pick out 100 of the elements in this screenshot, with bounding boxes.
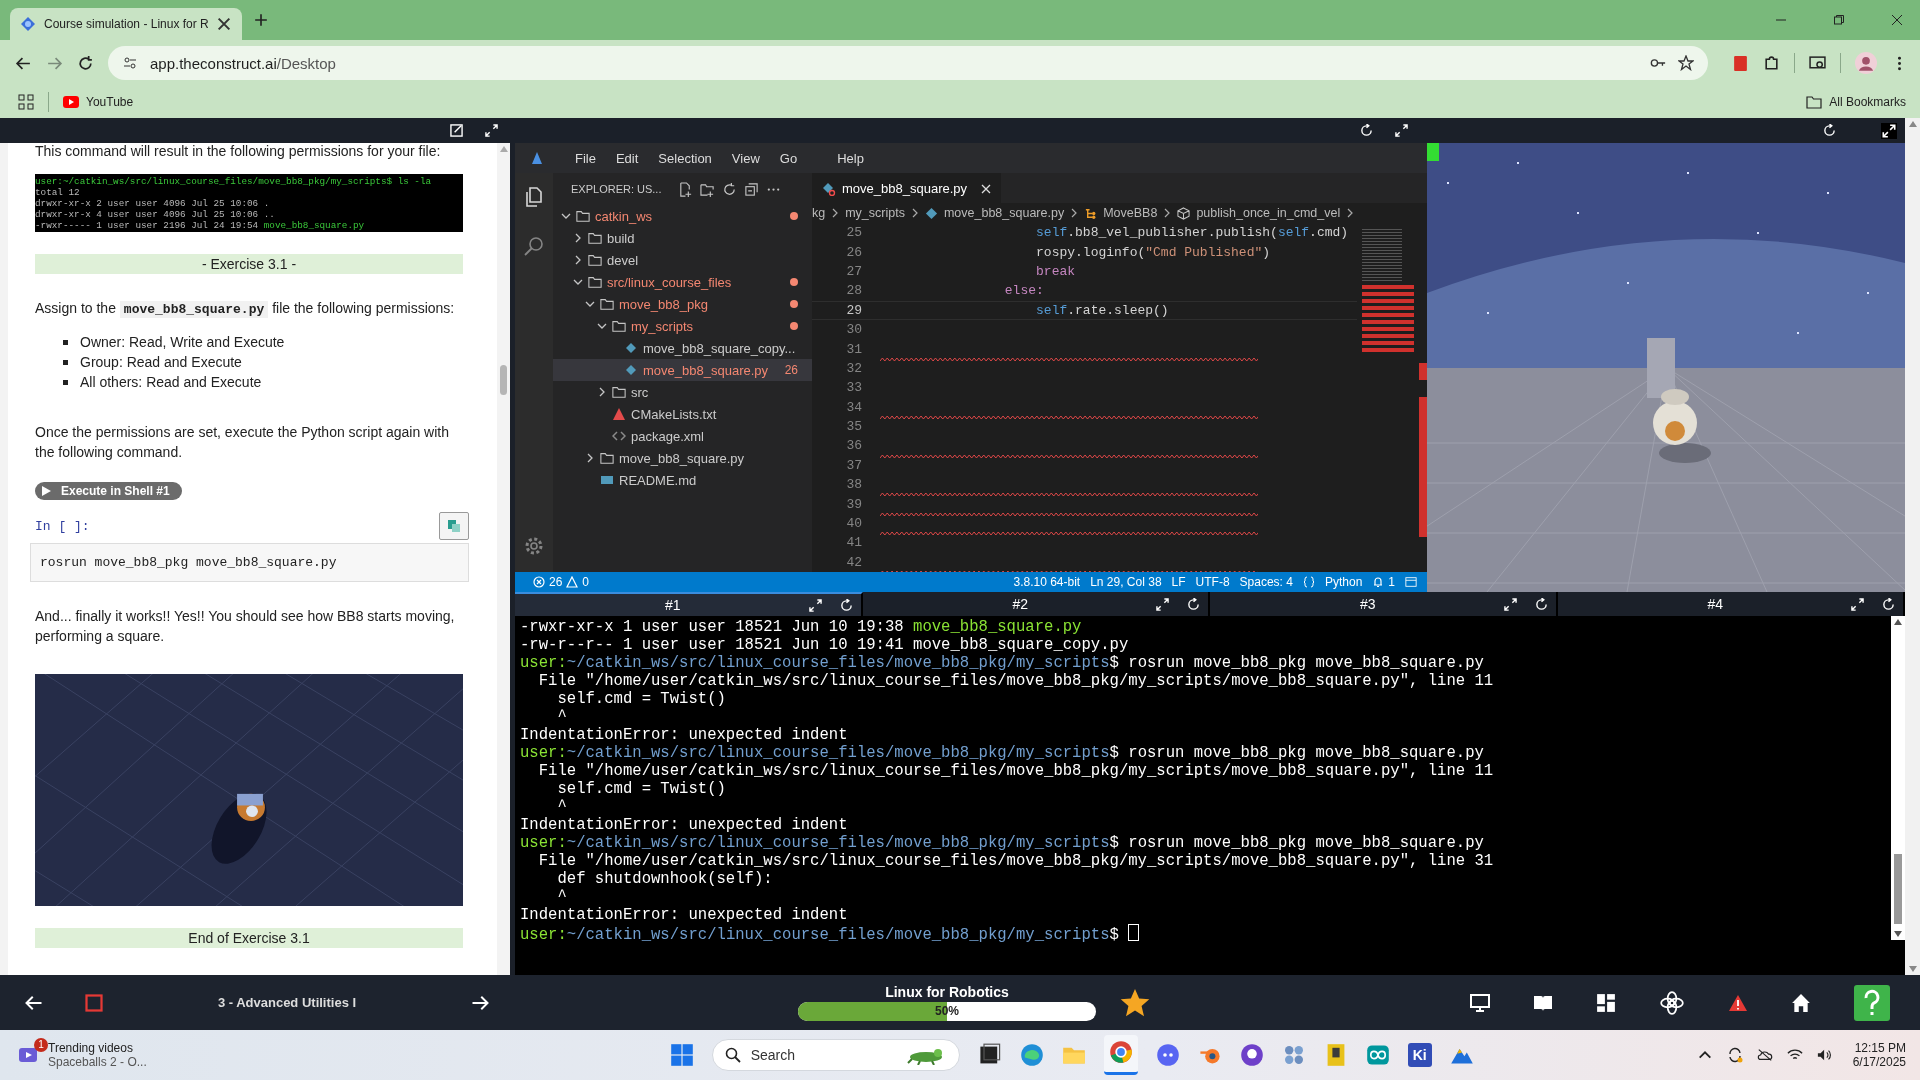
reload-icon[interactable] <box>1534 597 1548 611</box>
status-item[interactable]: UTF-8 <box>1195 575 1230 589</box>
breadcrumb[interactable]: move_bb8_square.py <box>943 206 1065 220</box>
reload-icon[interactable] <box>1187 597 1200 611</box>
status-item[interactable]: Ln 29, Col 38 <box>1090 575 1162 589</box>
expand-icon[interactable] <box>1851 597 1864 611</box>
expand-icon[interactable] <box>808 598 822 612</box>
clock-time[interactable]: 12:15 PM <box>1854 1041 1906 1055</box>
knot-icon[interactable] <box>1659 989 1685 1016</box>
reload-icon[interactable] <box>839 598 853 612</box>
refresh-icon[interactable] <box>722 181 738 197</box>
menu-item[interactable]: Go <box>769 150 808 166</box>
scroll-thumb[interactable] <box>500 365 507 395</box>
explorer-item[interactable]: CMakeLists.txt <box>553 403 812 425</box>
expand-icon[interactable] <box>1503 597 1517 611</box>
profile-avatar-icon[interactable] <box>1855 52 1877 74</box>
menu-item[interactable]: Selection <box>648 150 722 166</box>
new-folder-icon[interactable] <box>700 181 716 197</box>
address-bar[interactable]: app.theconstruct.ai/Desktop <box>108 46 1708 80</box>
copy-button[interactable] <box>439 512 469 540</box>
status-item[interactable]: Spaces: 4 <box>1239 575 1293 589</box>
status-item[interactable]: LF <box>1171 575 1186 589</box>
scroll-down-icon[interactable] <box>1908 966 1917 972</box>
code-cell[interactable]: rosrun move_bb8_pkg move_bb8_square.py <box>30 543 469 582</box>
stop-icon[interactable] <box>84 992 104 1013</box>
expand-icon[interactable] <box>1156 597 1169 611</box>
star-icon[interactable] <box>1678 55 1694 71</box>
breadcrumb[interactable]: MoveBB8 <box>1103 206 1158 220</box>
news-widget[interactable]: 1 Trending videos Spaceballs 2 - O... <box>18 1041 147 1069</box>
explorer-item[interactable]: catkin_ws <box>553 205 812 227</box>
menu-item[interactable]: Help <box>827 150 874 166</box>
puzzle-icon[interactable] <box>1763 54 1780 72</box>
explorer-item[interactable]: move_bb8_pkg <box>553 293 812 315</box>
explorer-item[interactable]: move_bb8_square.py <box>553 447 812 469</box>
scroll-up-icon[interactable] <box>1908 121 1917 127</box>
breadcrumb[interactable]: my_scripts <box>845 206 905 220</box>
scroll-up-icon[interactable] <box>1894 619 1902 625</box>
apps-grid-icon[interactable] <box>18 94 34 110</box>
breadcrumb[interactable]: publish_once_in_cmd_vel <box>1196 206 1341 220</box>
external-link-icon[interactable] <box>450 124 463 137</box>
close-icon[interactable] <box>1891 14 1903 26</box>
chat-app-icon[interactable] <box>1155 1043 1180 1067</box>
explorer-item[interactable]: move_bb8_square.py 26 <box>553 359 812 381</box>
explorer-item[interactable]: devel <box>553 249 812 271</box>
home-icon[interactable] <box>1791 992 1811 1013</box>
windows-start-icon[interactable] <box>669 1043 694 1067</box>
reload-icon[interactable] <box>77 54 94 72</box>
reload-icon[interactable] <box>1882 597 1895 611</box>
help-icon[interactable] <box>1854 984 1890 1021</box>
scrollbar[interactable] <box>1891 616 1905 940</box>
extension-icon[interactable] <box>1732 54 1749 72</box>
restore-icon[interactable] <box>1833 14 1845 26</box>
volume-icon[interactable] <box>1816 1047 1833 1063</box>
infinity-app-icon[interactable] <box>1365 1043 1390 1067</box>
menu-item[interactable]: View <box>721 150 770 166</box>
menu-item[interactable]: File <box>565 150 606 166</box>
explorer-item[interactable]: my_scripts <box>553 315 812 337</box>
explorer-item[interactable]: src/linux_course_files <box>553 271 812 293</box>
sync-icon[interactable] <box>1726 1047 1743 1063</box>
scroll-down-icon[interactable] <box>1894 931 1902 937</box>
expand-icon[interactable] <box>485 124 498 137</box>
expand-icon[interactable] <box>1395 124 1408 137</box>
status-item[interactable]: Python <box>1324 575 1363 589</box>
new-file-icon[interactable] <box>678 181 694 197</box>
line-number: 31 <box>845 341 863 357</box>
problems-status[interactable]: 26 0 <box>533 575 590 589</box>
notifications-status[interactable]: 1 <box>1372 575 1395 589</box>
close-icon[interactable] <box>216 16 232 32</box>
layout-icon[interactable] <box>1405 576 1417 588</box>
scrollbar[interactable] <box>1905 118 1920 975</box>
bullet-icon <box>63 379 68 385</box>
explorer-item[interactable]: build <box>553 227 812 249</box>
breadcrumb[interactable]: kg <box>812 206 826 220</box>
monitor-icon[interactable] <box>1470 992 1490 1013</box>
dashboard-icon[interactable] <box>1596 992 1616 1013</box>
scroll-thumb[interactable] <box>1894 854 1902 924</box>
explorer-item[interactable]: README.md <box>553 469 812 491</box>
collapse-all-icon[interactable] <box>744 181 760 197</box>
new-tab-icon[interactable] <box>254 13 268 27</box>
explorer-item[interactable]: package.xml <box>553 425 812 447</box>
editor-tab[interactable]: move_bb8_square.py <box>812 173 1002 203</box>
explorer-item[interactable]: src <box>553 381 812 403</box>
cloud-off-icon[interactable] <box>1756 1047 1773 1063</box>
kicad-icon[interactable]: Ki <box>1407 1043 1432 1067</box>
clock-date[interactable]: 6/17/2025 <box>1852 1055 1906 1069</box>
status-item[interactable]: 3.8.10 64-bit <box>1013 575 1081 589</box>
bookmark[interactable]: YouTube <box>63 94 134 110</box>
search-field[interactable]: Search <box>711 1039 960 1071</box>
explorer-item[interactable]: move_bb8_square_copy... <box>553 337 812 359</box>
reload-icon[interactable] <box>1823 124 1836 137</box>
scrollbar[interactable] <box>497 143 510 975</box>
browser-tab[interactable]: Course simulation - Linux for R <box>10 8 242 40</box>
star-icon[interactable] <box>1120 987 1150 1018</box>
terminal-tab[interactable]: #1 <box>515 592 863 616</box>
reload-icon[interactable] <box>1360 124 1373 137</box>
site-settings-icon[interactable] <box>122 55 138 71</box>
all-bookmarks[interactable]: All Bookmarks <box>1806 94 1906 110</box>
menu-item[interactable]: Edit <box>605 150 649 166</box>
execute-button[interactable]: Execute in Shell #1 <box>35 482 182 500</box>
expand-icon[interactable] <box>1881 122 1897 139</box>
